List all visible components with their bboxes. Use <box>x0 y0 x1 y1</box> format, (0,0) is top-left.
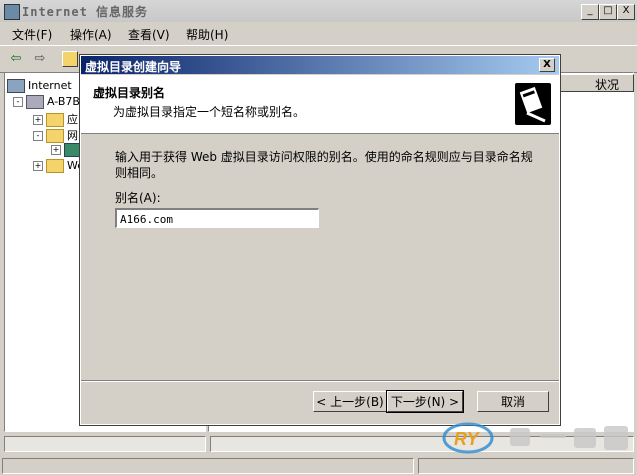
tree-server-label: A-B7B <box>47 95 80 108</box>
alias-input[interactable]: A166.com <box>115 208 319 228</box>
back-arrow-icon[interactable]: ⇦ <box>8 51 24 67</box>
close-button[interactable]: X <box>617 4 635 20</box>
dialog-close-button[interactable]: X <box>539 58 555 72</box>
minimize-button[interactable]: _ <box>581 4 599 20</box>
column-header-label: 状况 <box>595 78 620 92</box>
wizard-step-subtitle: 为虚拟目录指定一个短名称或别名。 <box>113 105 306 119</box>
wizard-step-title: 虚拟目录别名 <box>93 86 166 100</box>
up-folder-icon[interactable] <box>62 51 78 67</box>
folder-icon <box>46 113 64 127</box>
svg-text:RY: RY <box>454 429 481 449</box>
dialog-title-bar[interactable]: 虚拟目录创建向导 X <box>81 56 559 74</box>
tree-node[interactable]: + 应 <box>33 111 78 127</box>
tree-node-label: 应 <box>67 113 78 126</box>
status-pane <box>2 458 414 474</box>
menu-action[interactable]: 操作(A) <box>70 26 112 43</box>
folder-icon <box>46 159 64 173</box>
status-bar <box>0 457 637 475</box>
tree-scrollbar[interactable] <box>4 436 206 452</box>
menu-view[interactable]: 查看(V) <box>128 26 170 43</box>
column-header[interactable]: 状况 <box>560 74 634 92</box>
tree-node[interactable]: + We <box>33 159 84 173</box>
tree-node-label: 网 <box>67 129 78 142</box>
forward-arrow-icon[interactable]: ⇨ <box>32 51 48 67</box>
watermark-logo: RY <box>440 418 637 458</box>
menu-help[interactable]: 帮助(H) <box>186 26 228 43</box>
expand-icon[interactable]: + <box>33 115 43 125</box>
back-button[interactable]: < 上一步(B) <box>313 391 387 412</box>
wizard-description: 输入用于获得 Web 虚拟目录访问权限的别名。使用的命名规则应与目录命名规则相同… <box>115 150 533 180</box>
dialog-title: 虚拟目录创建向导 <box>85 60 182 74</box>
cancel-button[interactable]: 取消 <box>477 391 549 412</box>
tree-node[interactable]: -网 <box>33 127 78 143</box>
main-title-bar[interactable]: Internet 信息服务 _ □ X <box>0 0 637 22</box>
next-button[interactable]: 下一步(N) > <box>386 390 464 413</box>
window-title: Internet 信息服务 <box>22 5 149 19</box>
dialog-separator <box>81 380 559 382</box>
collapse-icon[interactable]: - <box>33 131 43 141</box>
app-icon <box>4 4 20 20</box>
wizard-book-icon <box>515 83 551 125</box>
server-icon <box>26 95 44 109</box>
menu-file[interactable]: 文件(F) <box>12 26 52 43</box>
folder-icon <box>46 129 64 143</box>
tree-root[interactable]: Internet <box>7 79 72 93</box>
expand-icon[interactable]: + <box>33 161 43 171</box>
expand-icon[interactable]: + <box>51 145 61 155</box>
alias-label: 别名(A): <box>115 191 161 205</box>
tree-root-label: Internet <box>28 79 72 92</box>
collapse-icon[interactable]: - <box>13 97 23 107</box>
status-pane <box>418 458 634 474</box>
tree-server[interactable]: - A-B7B <box>13 95 80 109</box>
wizard-dialog: 虚拟目录创建向导 X 虚拟目录别名 为虚拟目录指定一个短名称或别名。 输入用于获… <box>79 54 561 426</box>
maximize-button[interactable]: □ <box>599 4 617 20</box>
wizard-header: 虚拟目录别名 为虚拟目录指定一个短名称或别名。 <box>81 75 559 134</box>
menu-bar: 文件(F) 操作(A) 查看(V) 帮助(H) <box>0 23 637 43</box>
iis-icon <box>7 79 25 93</box>
